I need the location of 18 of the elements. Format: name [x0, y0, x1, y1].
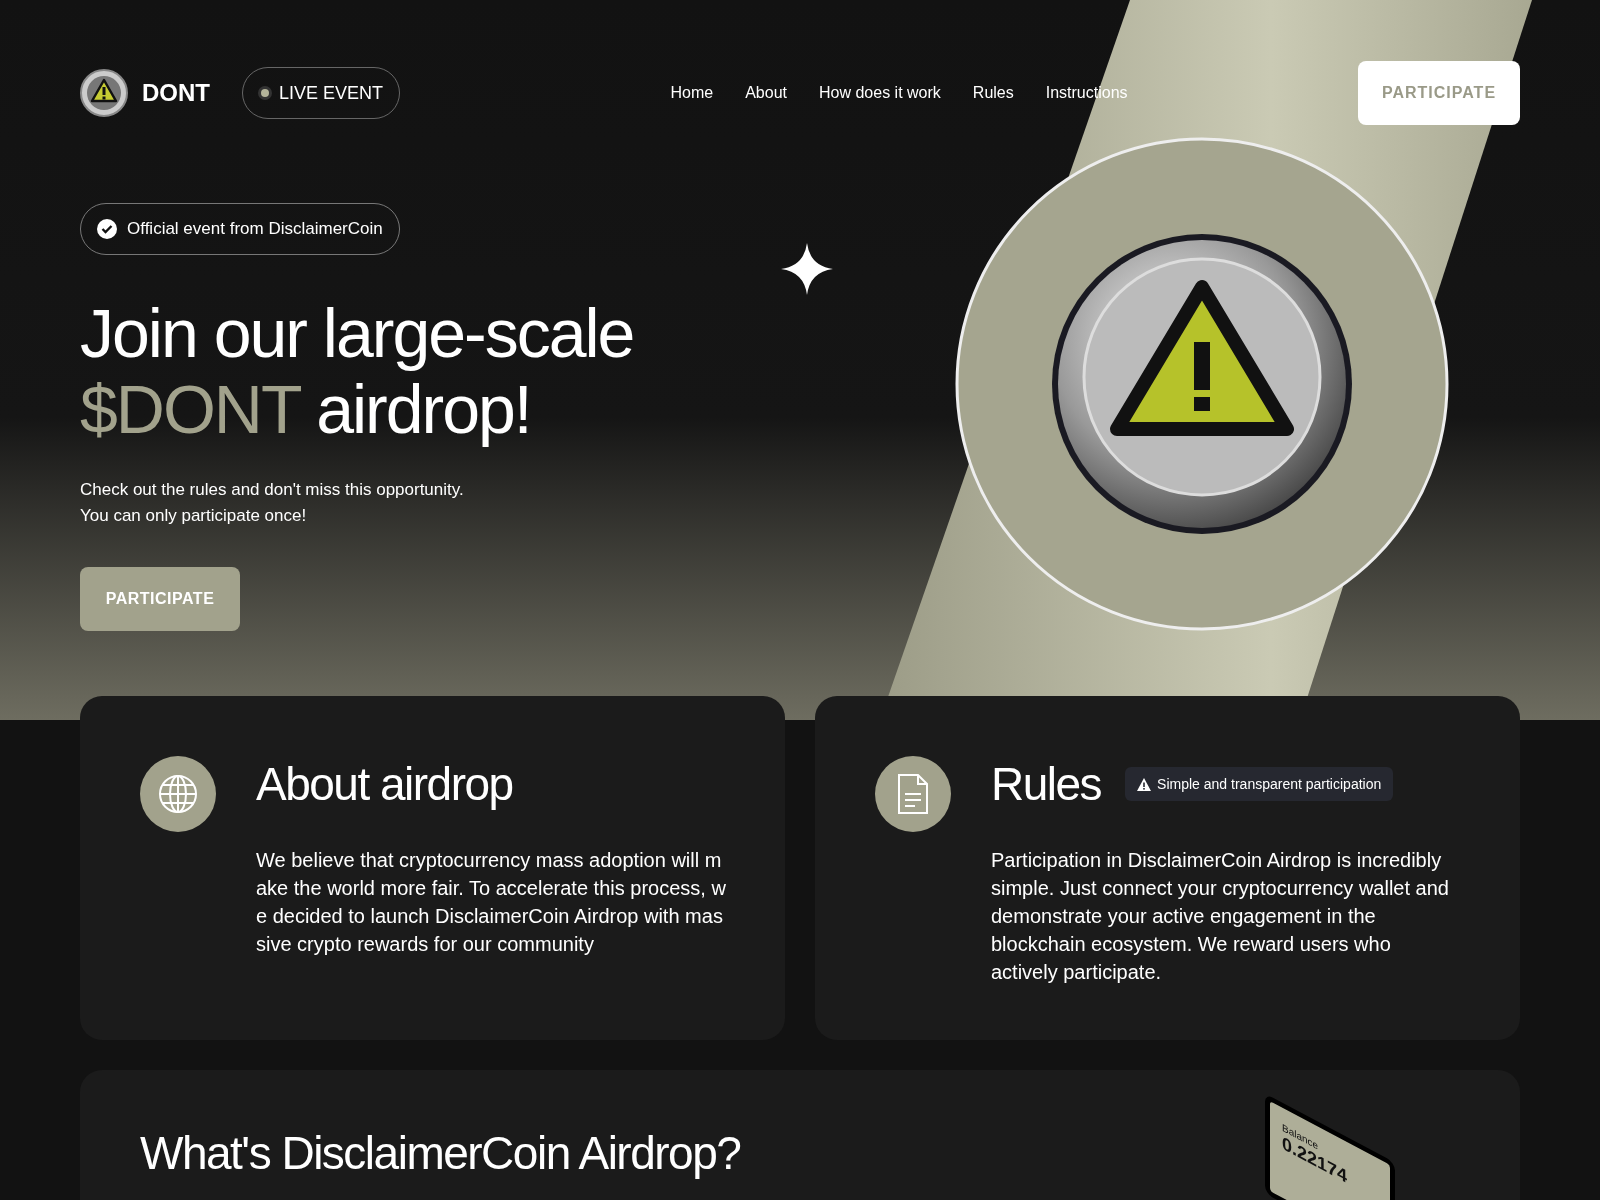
verified-check-icon — [97, 219, 117, 239]
nav-link[interactable]: Home — [670, 84, 714, 102]
hero-subtitle: Check out the rules and don't miss this opportunity. You can only participate once! — [80, 479, 465, 527]
nav-link[interactable]: Rules — [972, 84, 1014, 102]
hero-heading: Join our large-scale $DONT airdrop! — [80, 295, 635, 447]
sparkle-icon — [781, 243, 833, 295]
official-event-text: Official event from DisclaimerCoin — [127, 219, 383, 239]
card-title: About airdrop — [256, 757, 513, 812]
warning-icon — [1137, 777, 1152, 791]
nav-link[interactable]: How does it work — [819, 84, 941, 102]
warning-logo-icon — [80, 69, 128, 117]
brand-name: DONT — [142, 79, 210, 107]
tag-text: Simple and transparent participation — [1157, 776, 1382, 792]
nav-link[interactable]: About — [745, 84, 787, 102]
card-title: Rules — [991, 757, 1102, 812]
card-text: Participation in DisclaimerCoin Airdrop is incredibly simple. Just connect your cryptocurrency wallet and demonstrate your active engagement in the blockchain ecosystem. We reward users who actively participate. — [991, 848, 1450, 985]
card-text: We believe that cryptocurrency mass adoption will make the world more fair. To accelerate this process, we decided to launch DisclaimerCoin Airdrop with massive crypto rewards for our community — [256, 848, 726, 957]
section-title: What's DisclaimerCoin Airdrop? — [140, 1126, 741, 1180]
